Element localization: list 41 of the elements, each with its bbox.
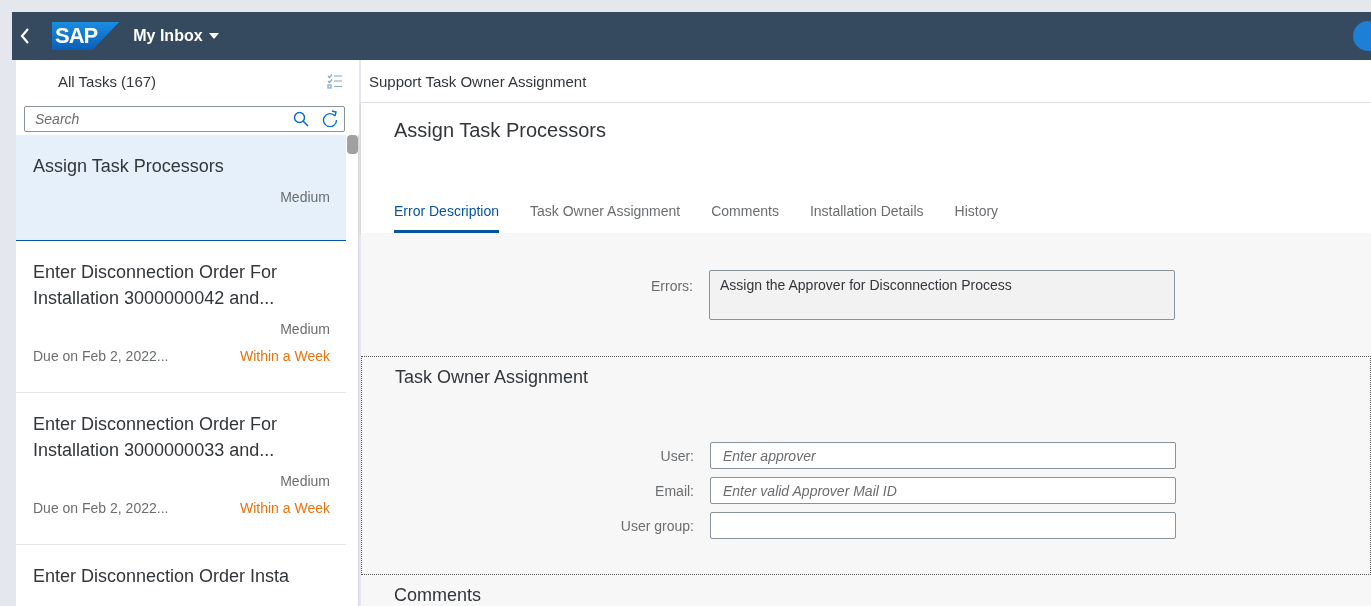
task-due-date: Due on Feb 2, 2022... <box>33 348 169 365</box>
app-title-menu[interactable]: My Inbox <box>133 27 219 45</box>
field-label: User group: <box>619 517 694 534</box>
tab[interactable]: History <box>954 203 999 233</box>
refresh-icon[interactable] <box>322 110 338 127</box>
task-title: Assign Task Processors <box>33 155 225 178</box>
task-list-item[interactable]: Enter Disconnection Order For Installation 3000000042 and... Medium Due on Feb 2, 2022... Within a Week <box>16 241 346 393</box>
field-label: Errors: <box>650 277 693 294</box>
input-field[interactable]: Enter approver <box>710 442 1176 469</box>
logo: SAP <box>52 22 120 50</box>
task-list-item[interactable]: Enter Disconnection Order For Installation 3000000033 and... Medium Due on Feb 2, 2022... Within a Week <box>16 393 346 545</box>
page-title: Support Task Owner Assignment <box>369 72 587 90</box>
task-priority: Medium <box>280 189 330 206</box>
search-icon[interactable] <box>293 111 309 127</box>
task-list-item[interactable]: Assign Task Processors Medium <box>16 135 346 241</box>
task-title: Enter Disconnection Order For Installation 3000000042 and... <box>33 261 279 310</box>
tab[interactable]: Comments <box>711 203 779 233</box>
section-title: Comments <box>393 584 483 606</box>
task-urgency: Within a Week <box>240 500 330 517</box>
input-field[interactable]: Enter valid Approver Mail ID <box>710 477 1176 504</box>
task-priority: Medium <box>280 321 330 338</box>
errors-text-area[interactable]: Assign the Approver for Disconnection Process <box>709 270 1175 320</box>
caret-icon <box>208 33 219 39</box>
search-field[interactable]: Search <box>24 106 345 132</box>
section-title: Task Owner Assignment <box>395 367 590 388</box>
list-title: All Tasks (167) <box>58 72 157 90</box>
back-icon[interactable] <box>20 28 30 44</box>
task-priority: Medium <box>280 473 330 490</box>
scrollbar-thumb[interactable] <box>347 135 358 154</box>
task-title: Enter Disconnection Order Insta <box>33 565 291 588</box>
input-field[interactable] <box>710 512 1176 539</box>
task-title: Enter Disconnection Order For Installation 3000000033 and... <box>33 413 279 462</box>
task-list-item[interactable]: Enter Disconnection Order Insta <box>16 545 346 606</box>
object-title: Assign Task Processors <box>394 119 607 142</box>
multi-select-icon[interactable] <box>327 73 343 89</box>
field-label: Email: <box>654 482 694 499</box>
field-label: User: <box>659 447 694 464</box>
task-due-date: Due on Feb 2, 2022... <box>33 500 169 517</box>
task-urgency: Within a Week <box>240 348 330 365</box>
tab[interactable]: Installation Details <box>809 203 924 233</box>
tab[interactable]: Task Owner Assignment <box>530 203 681 233</box>
